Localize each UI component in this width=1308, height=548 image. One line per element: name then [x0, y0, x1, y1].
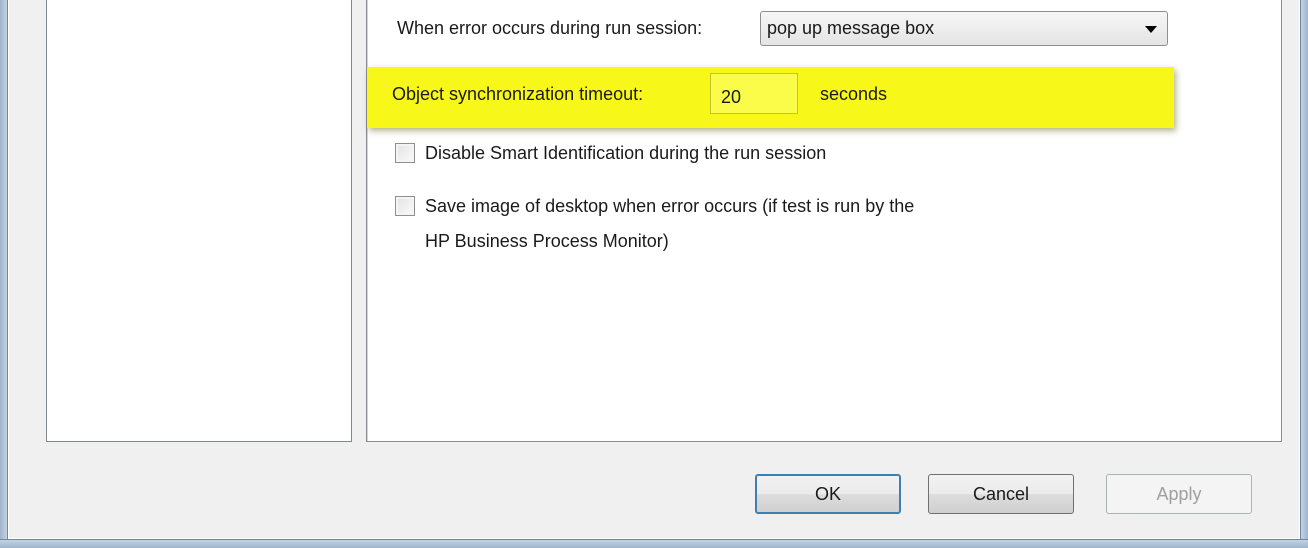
- timeout-unit: seconds: [820, 84, 888, 104]
- smart-identification-label[interactable]: Disable Smart Identification during the …: [425, 143, 826, 164]
- error-behavior-dropdown[interactable]: pop up message box: [760, 11, 1168, 46]
- error-behavior-label: When error occurs during run session:: [397, 18, 702, 39]
- window-frame-left: [0, 0, 8, 548]
- window-frame-right: [1300, 0, 1308, 548]
- timeout-label: Object synchronization timeout:: [392, 84, 644, 104]
- cancel-button[interactable]: Cancel: [928, 474, 1074, 514]
- apply-button[interactable]: Apply: [1106, 474, 1252, 514]
- window-frame-bottom: [0, 539, 1308, 548]
- error-behavior-value: pop up message box: [767, 18, 935, 38]
- ok-button[interactable]: OK: [755, 474, 901, 514]
- chevron-down-icon: [1145, 26, 1157, 33]
- options-tree-pane[interactable]: [46, 0, 352, 442]
- smart-identification-checkbox[interactable]: [395, 143, 415, 163]
- error-behavior-label-text: When error occurs during run session:: [397, 18, 703, 38]
- save-image-checkbox[interactable]: [395, 196, 415, 216]
- timeout-input[interactable]: [710, 73, 798, 114]
- save-image-label-line2[interactable]: HP Business Process Monitor): [425, 231, 669, 252]
- save-image-label-line1[interactable]: Save image of desktop when error occurs …: [425, 196, 914, 217]
